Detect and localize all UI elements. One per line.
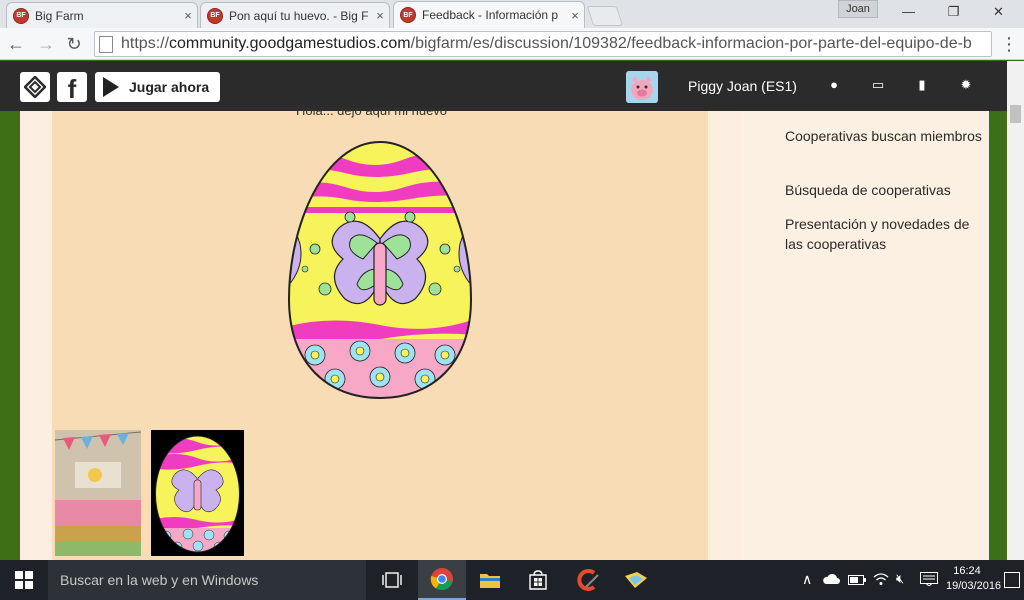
volume-muted-icon[interactable]: 🔇︎ [896,571,904,587]
gear-icon[interactable]: ✹ [958,77,974,93]
close-tab-icon[interactable]: × [566,8,584,23]
tab-pon-aqui[interactable]: BF Pon aquí tu huevo. - Big F × [200,2,390,28]
wifi-icon[interactable] [873,572,889,589]
play-now-button[interactable]: Jugar ahora [95,72,220,102]
photo-thumbnail[interactable] [55,430,141,556]
forward-button[interactable]: → [34,32,58,56]
task-view-icon[interactable] [368,560,416,600]
play-icon [103,77,119,97]
file-explorer-icon[interactable] [466,560,514,600]
page-icon [99,35,113,53]
back-button[interactable]: ← [4,32,28,56]
scrollbar-thumb[interactable] [1010,105,1021,123]
clock-time: 16:24 [953,565,981,577]
clock-date: 19/03/2016 [946,580,1002,592]
facebook-icon[interactable]: f [57,72,87,104]
taskbar-clock[interactable]: 16:24 19/03/2016 [946,564,1002,594]
chrome-icon[interactable] [418,560,466,600]
sidebar-link-cooperativas-buscan[interactable]: Cooperativas buscan miembros [785,126,985,146]
tab-strip: BF Big Farm × BF Pon aquí tu huevo. - Bi… [0,0,1024,28]
keyboard-icon[interactable] [920,572,938,589]
tray-chevron-icon[interactable]: ∧ [802,571,812,588]
close-tab-icon[interactable]: × [179,8,197,23]
tab-title: Feedback - Información p [422,8,559,22]
reload-button[interactable]: ↻ [62,32,86,56]
site-header: f Jugar ahora Piggy Joan (ES1) ● ▭ ▮ ✹ [0,61,1007,111]
ccleaner-icon[interactable] [564,560,612,600]
url-bar[interactable]: https://community.goodgamestudios.com/bi… [94,31,992,57]
url-path: /bigfarm/es/discussion/109382/feedback-i… [410,35,972,52]
window-user-badge[interactable]: Joan [838,0,878,18]
bookmark-icon[interactable]: ▮ [914,77,930,93]
maximize-button[interactable]: ❐ [931,0,976,26]
minimize-button[interactable]: — [886,0,931,26]
address-toolbar: ← → ↻ https://community.goodgamestudios.… [0,28,1024,60]
taskbar-search-input[interactable]: Buscar en la web y en Windows [48,560,366,600]
tab-feedback[interactable]: BF Feedback - Información p × [393,1,585,28]
globe-icon[interactable]: ● [826,77,842,93]
inbox-icon[interactable]: ▭ [870,77,886,93]
notification-icon[interactable] [1004,572,1020,588]
sidebar-link-busqueda[interactable]: Búsqueda de cooperativas [785,180,985,200]
play-label: Jugar ahora [129,79,210,95]
close-tab-icon[interactable]: × [371,8,389,23]
post-body: Hola... dejo aquí mi huevo [52,103,708,560]
store-icon[interactable] [514,560,562,600]
windows-taskbar: Buscar en la web y en Windows ∧ 🔇︎ 16:24… [0,560,1024,600]
url-prefix: https:// [121,35,170,52]
goodgame-logo-icon[interactable] [20,72,50,102]
browser-menu-button[interactable]: ⋮ [1000,32,1018,56]
post-text: Hola... dejo aquí mi huevo [296,103,448,118]
sidebar-link-presentacion[interactable]: Presentación y novedades de las cooperat… [785,214,985,254]
page-scrollbar[interactable] [1007,61,1024,560]
easter-egg-image[interactable] [285,139,475,401]
bigfarm-favicon-icon: BF [400,7,416,23]
tab-big-farm[interactable]: BF Big Farm × [6,2,198,28]
bigfarm-favicon-icon: BF [207,7,223,24]
username[interactable]: Piggy Joan (ES1) [688,78,797,94]
game-app-icon[interactable] [612,560,660,600]
windows-start-icon[interactable] [0,560,48,600]
avatar[interactable] [626,71,658,103]
url-host: community.goodgamestudios.com [169,35,411,52]
bigfarm-favicon-icon: BF [13,7,29,24]
close-window-button[interactable]: ✕ [976,0,1021,26]
sidebar-categories: Cooperativas buscan miembros Búsqueda de… [741,111,989,560]
new-tab-button[interactable] [586,6,624,26]
egg-thumbnail[interactable] [151,430,244,556]
battery-icon[interactable] [848,574,866,588]
tab-title: Big Farm [35,8,84,23]
page-viewport: f Jugar ahora Piggy Joan (ES1) ● ▭ ▮ ✹ H… [0,61,1024,560]
onedrive-icon[interactable] [822,573,840,588]
tab-title: Pon aquí tu huevo. - Big F [229,8,369,23]
